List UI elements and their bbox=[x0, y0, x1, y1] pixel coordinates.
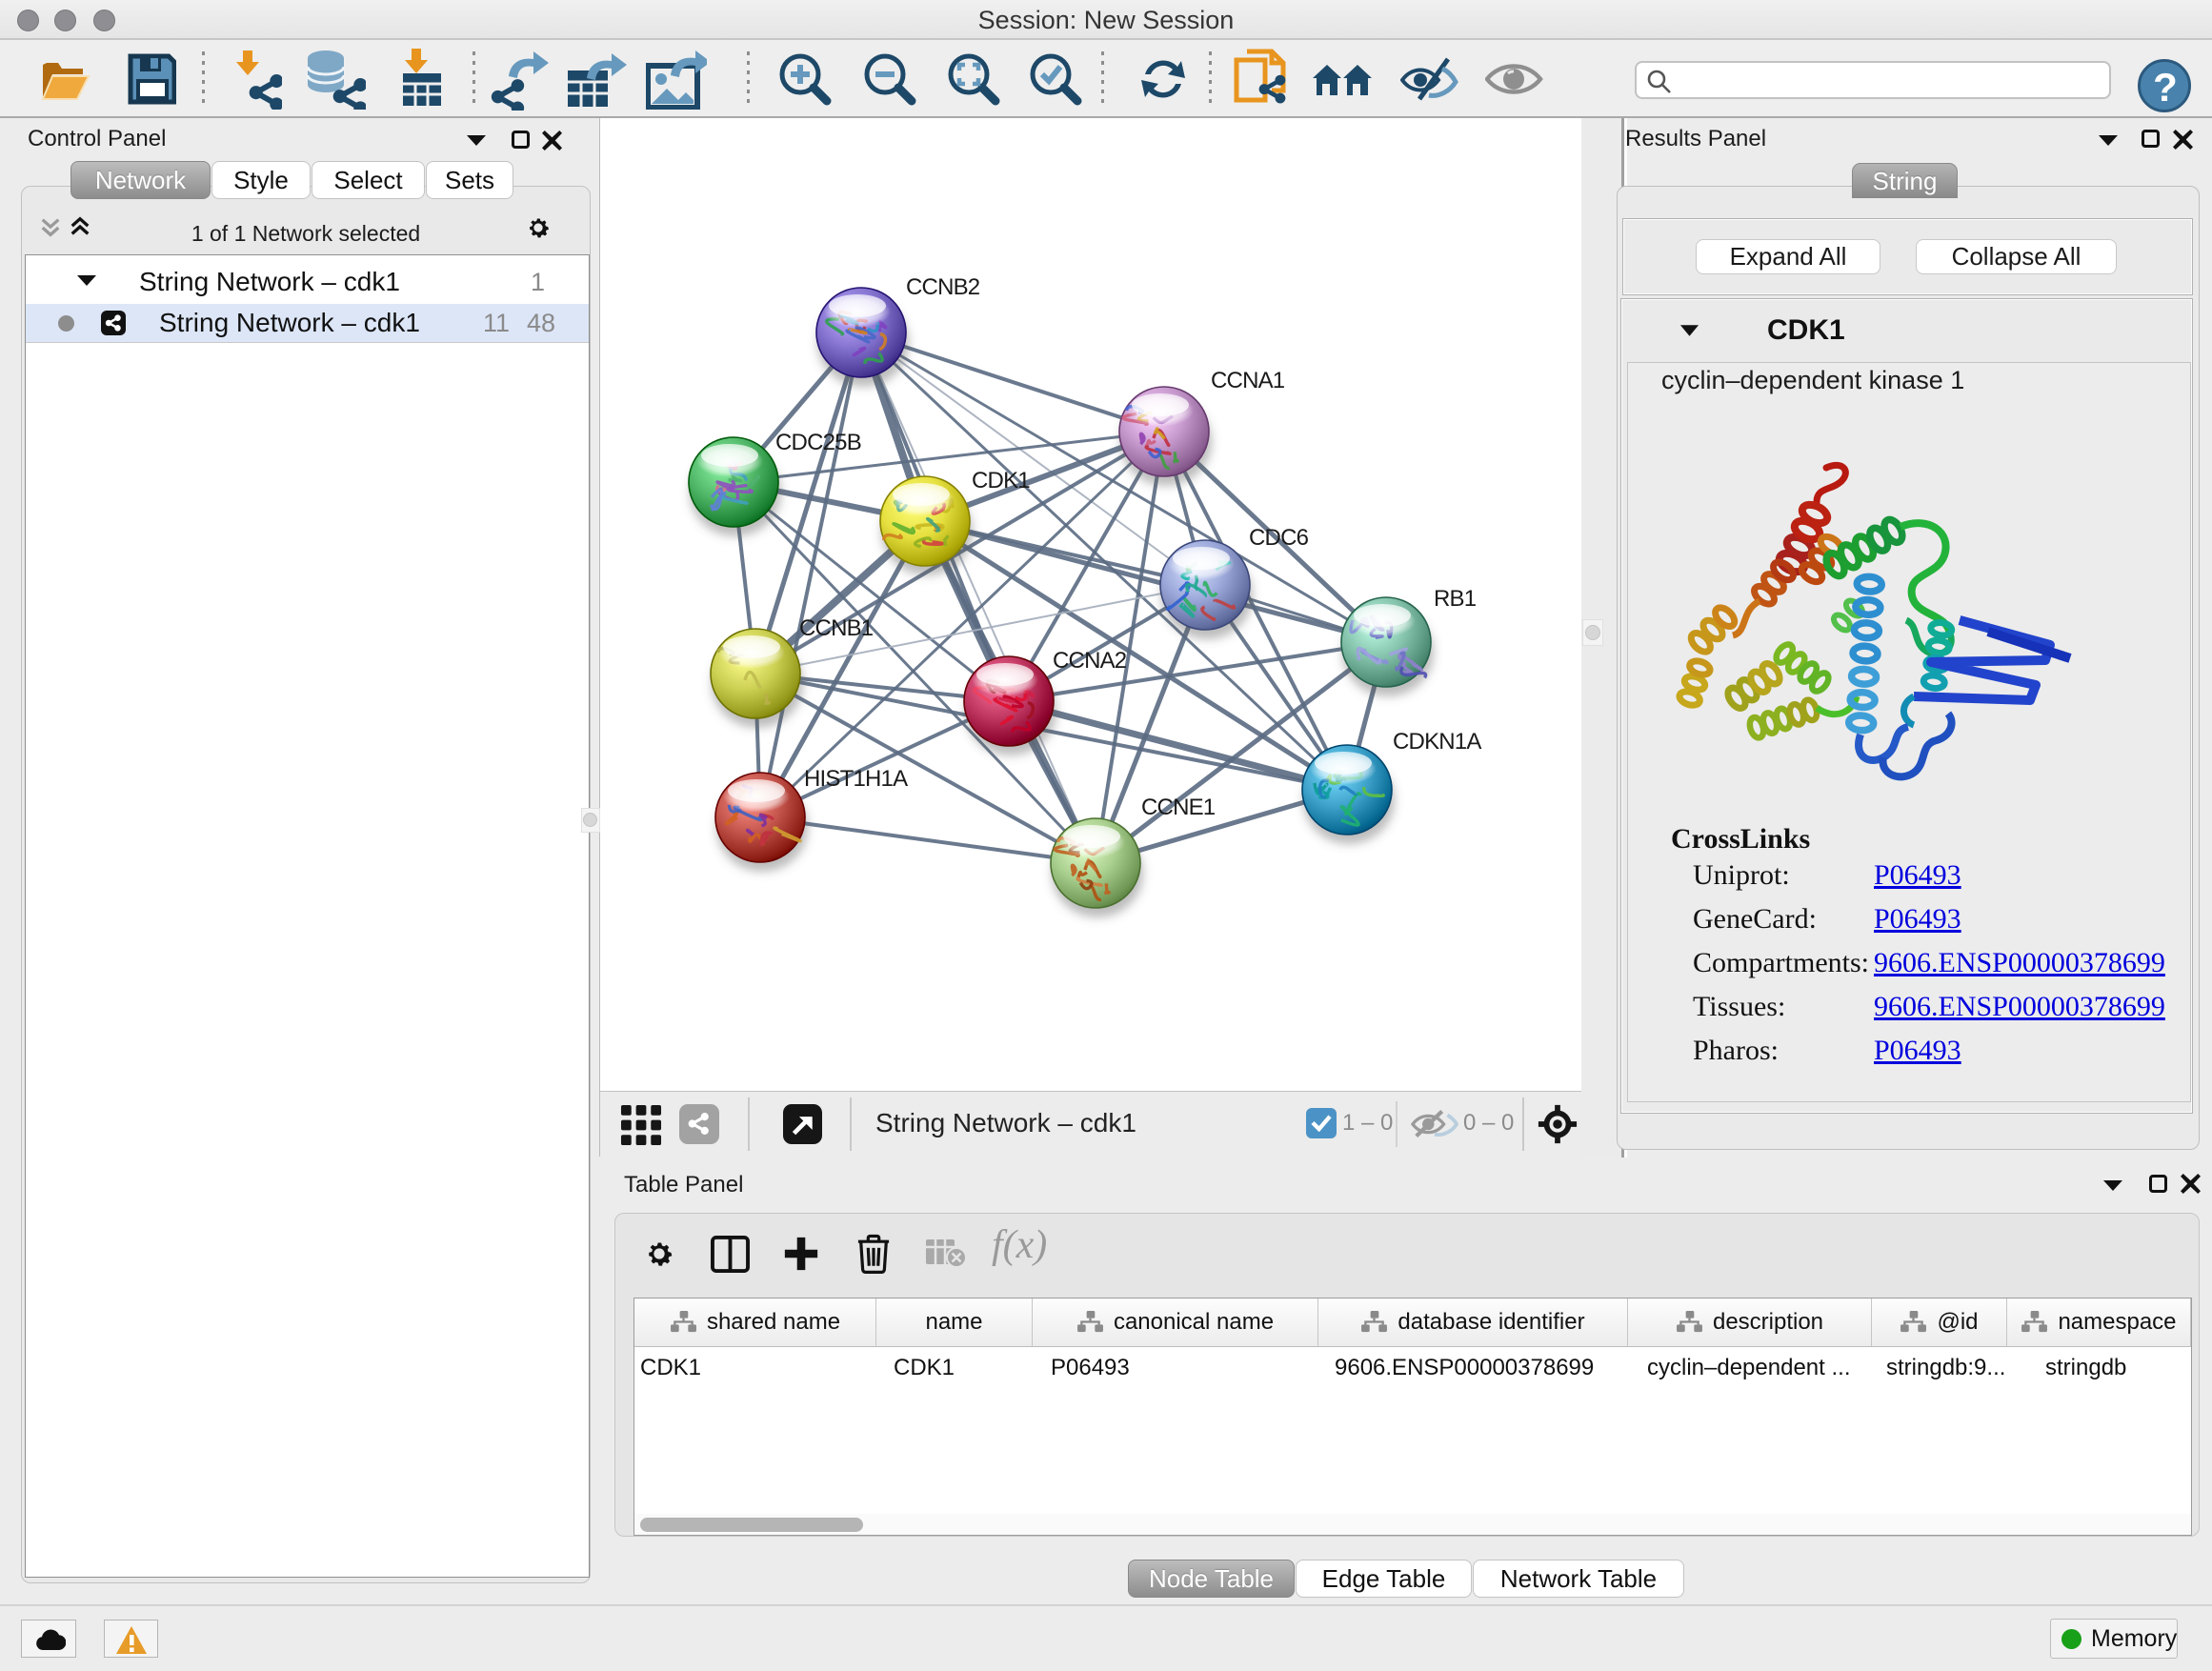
svg-text:CCNA2: CCNA2 bbox=[1053, 648, 1127, 674]
svg-text:CCNA1: CCNA1 bbox=[1211, 368, 1285, 393]
svg-text:CCNE1: CCNE1 bbox=[1141, 795, 1216, 820]
svg-text:RB1: RB1 bbox=[1434, 586, 1477, 612]
svg-text:CDC6: CDC6 bbox=[1249, 525, 1309, 551]
svg-text:CDC25B: CDC25B bbox=[775, 430, 861, 455]
svg-text:CDK1: CDK1 bbox=[972, 468, 1030, 493]
svg-text:CCNB2: CCNB2 bbox=[906, 274, 980, 300]
svg-text:HIST1H1A: HIST1H1A bbox=[804, 766, 908, 792]
svg-text:CDKN1A: CDKN1A bbox=[1393, 729, 1481, 755]
svg-text:CCNB1: CCNB1 bbox=[799, 615, 874, 641]
